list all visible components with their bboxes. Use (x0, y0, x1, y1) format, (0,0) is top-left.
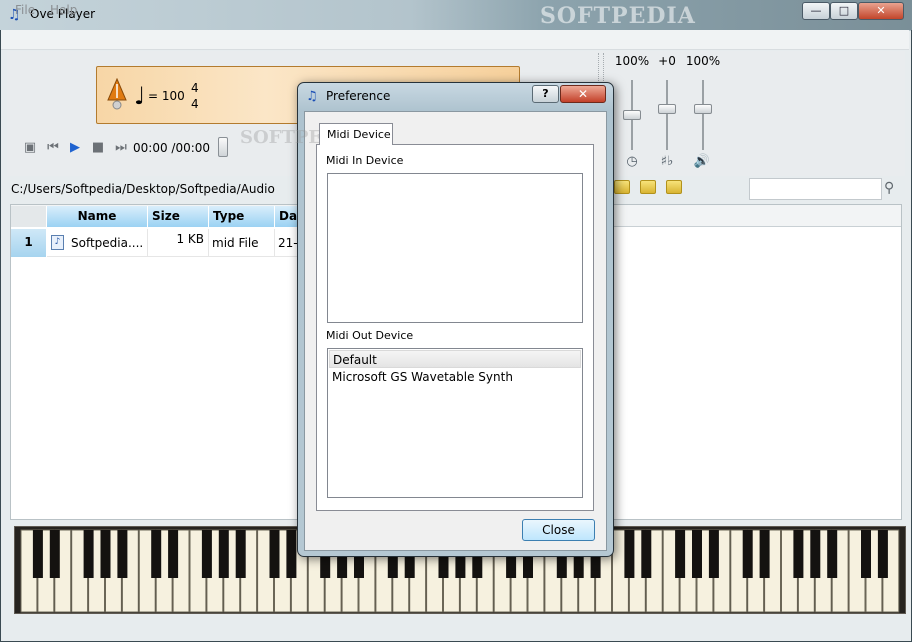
black-key[interactable] (201, 530, 212, 578)
column-header-size[interactable]: Size (148, 206, 209, 227)
column-header-number[interactable] (11, 206, 47, 227)
seek-slider[interactable] (218, 137, 228, 157)
menu-file[interactable]: File (15, 3, 35, 17)
clock-icon: ◷ (626, 154, 638, 169)
right-list-header (612, 205, 901, 227)
pitch-slider-track (666, 80, 668, 150)
black-key[interactable] (810, 530, 821, 578)
black-key[interactable] (641, 530, 652, 578)
black-key[interactable] (793, 530, 804, 578)
dialog-close-button[interactable]: ✕ (560, 85, 606, 103)
close-dialog-button[interactable]: Close (522, 519, 595, 541)
close-button[interactable]: ✕ (858, 2, 904, 20)
black-key[interactable] (877, 530, 888, 578)
black-key[interactable] (624, 530, 635, 578)
menu-bar (1, 30, 909, 50)
black-key[interactable] (218, 530, 229, 578)
speaker-icon: 🔊 (693, 154, 711, 169)
minimize-button[interactable]: — (802, 2, 830, 20)
tempo-slider[interactable] (623, 110, 641, 120)
column-header-type[interactable]: Type (209, 206, 275, 227)
volume-slider-track (702, 80, 704, 150)
search-icon[interactable]: ⚲ (884, 180, 894, 196)
time-signature-bottom: 4 (191, 97, 199, 111)
previous-icon[interactable]: ⏮ (45, 140, 61, 156)
title-bar (0, 0, 912, 30)
time-display: 00:00 /00:00 (133, 141, 211, 155)
midi-file-icon: ♪ (51, 235, 64, 250)
time-signature-top: 4 (191, 81, 199, 95)
black-key[interactable] (675, 530, 686, 578)
black-key[interactable] (269, 530, 280, 578)
black-key[interactable] (861, 530, 871, 578)
watermark: SOFTPEDIA (540, 3, 696, 29)
save-icon[interactable]: ▣ (22, 140, 38, 156)
sharp-flat-icon: ♯♭ (660, 154, 674, 169)
cell-size[interactable]: 1 KB (148, 229, 209, 257)
pitch-slider[interactable] (658, 104, 676, 114)
midi-in-list[interactable] (327, 173, 583, 323)
black-key[interactable] (151, 530, 162, 578)
folder-icon[interactable] (614, 180, 630, 194)
black-key[interactable] (708, 530, 719, 578)
maximize-button[interactable]: □ (830, 2, 858, 20)
metronome-icon[interactable] (106, 78, 128, 110)
menu-help[interactable]: Help (50, 3, 77, 17)
black-key[interactable] (32, 530, 43, 578)
row-number[interactable]: 1 (11, 229, 47, 257)
tempo-value: = 100 (148, 89, 185, 103)
master-volume-label: 100% (685, 54, 721, 68)
current-path: C:/Users/Softpedia/Desktop/Softpedia/Aud… (11, 182, 275, 196)
search-input[interactable] (749, 178, 882, 200)
black-key[interactable] (100, 530, 111, 578)
tab-midi-device[interactable]: Midi Device (319, 123, 393, 145)
status-bar (1, 620, 909, 640)
quarter-note-icon: ♩ (134, 82, 146, 110)
black-key[interactable] (49, 530, 60, 578)
help-button[interactable]: ? (532, 85, 559, 103)
black-key[interactable] (759, 530, 770, 578)
black-key[interactable] (742, 530, 753, 578)
dialog-title: Preference (326, 89, 391, 103)
black-key[interactable] (235, 530, 246, 578)
volume-label: 100% (614, 54, 650, 68)
volume-slider[interactable] (694, 104, 712, 114)
midi-out-label: Midi Out Device (326, 329, 414, 342)
folder-refresh-icon[interactable] (666, 180, 682, 194)
list-item[interactable]: Microsoft GS Wavetable Synth (329, 368, 581, 386)
midi-in-label: Midi In Device (326, 154, 404, 167)
column-header-name[interactable]: Name (47, 206, 148, 227)
play-icon[interactable]: ▶ (67, 140, 83, 156)
black-key[interactable] (827, 530, 838, 578)
pitch-label: +0 (658, 54, 676, 68)
list-item[interactable]: Default (329, 350, 581, 368)
black-key[interactable] (117, 530, 128, 578)
music-note-icon: ♫ (306, 89, 318, 104)
cell-type[interactable]: mid File (209, 229, 275, 257)
black-key[interactable] (286, 530, 297, 578)
folder-add-icon[interactable] (640, 180, 656, 194)
black-key[interactable] (168, 530, 179, 578)
black-key[interactable] (83, 530, 94, 578)
stop-icon[interactable]: ■ (90, 140, 106, 156)
next-icon[interactable]: ⏭ (113, 140, 129, 156)
black-key[interactable] (692, 530, 702, 578)
